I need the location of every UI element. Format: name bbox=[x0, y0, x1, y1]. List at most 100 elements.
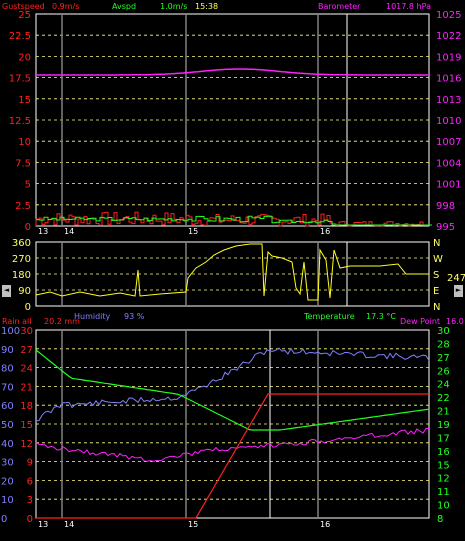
rain-left-tick: 6 bbox=[27, 476, 33, 487]
wind-left-tick: 15 bbox=[18, 95, 31, 106]
scroll-right-button[interactable]: ► bbox=[454, 285, 463, 297]
baro-right-tick: 1007 bbox=[436, 137, 461, 148]
temperature-right-tick: 30 bbox=[437, 326, 450, 337]
temperature-label: Temperature bbox=[304, 312, 355, 321]
wind-x-tick: 16 bbox=[320, 227, 330, 236]
temperature-right-tick: 8 bbox=[437, 514, 443, 525]
wind-left-tick: 12.5 bbox=[9, 116, 31, 127]
climate-x-tick: 16 bbox=[320, 520, 330, 529]
direction-right-tick: N bbox=[433, 302, 440, 313]
temperature-right-tick: 19 bbox=[437, 420, 450, 431]
rain-left-tick: 12 bbox=[20, 439, 33, 450]
direction-left-tick: 0 bbox=[25, 302, 31, 313]
direction-left-tick: 270 bbox=[12, 254, 31, 265]
wind-left-tick: 20 bbox=[18, 52, 31, 63]
baro-right-tick: 1025 bbox=[436, 10, 461, 21]
temperature-right-tick: 27 bbox=[437, 353, 450, 364]
direction-right-tick: S bbox=[433, 270, 439, 281]
wind-panel-frame bbox=[35, 13, 430, 227]
wind-x-tick: 13 bbox=[38, 227, 48, 236]
gust-label: Gustspeed bbox=[2, 2, 45, 11]
temperature-right-tick: 28 bbox=[437, 339, 450, 350]
rain-left-tick: 9 bbox=[27, 458, 33, 469]
wind-left-tick: 22.5 bbox=[9, 31, 31, 42]
baro-right-tick: 1019 bbox=[436, 52, 461, 63]
wind-direction-line bbox=[35, 243, 429, 301]
wind-left-tick: 2.5 bbox=[15, 201, 31, 212]
wind-x-tick: 15 bbox=[188, 227, 198, 236]
weather-chart-canvas: 2522.52017.51512.5107.552.50102510221019… bbox=[1, 10, 461, 529]
humidity-left-tick: 70 bbox=[1, 382, 14, 393]
weather-display-window: 25 22.5 20 17.5 15 12.5 10 7.5 5 2.5 0 1025 1022 1019… bbox=[0, 0, 465, 541]
dewpoint-label: Dew Point bbox=[400, 317, 441, 326]
barometer-line bbox=[36, 68, 429, 76]
rain-accumulation-line bbox=[36, 393, 429, 519]
temperature-right-tick: 10 bbox=[437, 501, 450, 512]
temperature-right-tick: 26 bbox=[437, 366, 450, 377]
climate-panel-frame bbox=[35, 329, 430, 519]
humidity-left-tick: 30 bbox=[1, 458, 14, 469]
baro-right-tick: 995 bbox=[436, 222, 455, 233]
humidity-left-tick: 50 bbox=[1, 420, 14, 431]
direction-current-value: 247 bbox=[447, 273, 465, 284]
temperature-right-tick: 24 bbox=[437, 380, 450, 391]
direction-right-tick: W bbox=[433, 254, 443, 265]
temperature-right-tick: 11 bbox=[437, 487, 450, 498]
rain-left-tick: 18 bbox=[20, 401, 33, 412]
baro-label: Barometer bbox=[318, 2, 361, 11]
rain-left-tick: 0 bbox=[27, 514, 33, 525]
humidity-left-tick: 10 bbox=[1, 495, 14, 506]
wind-left-tick: 0 bbox=[25, 222, 31, 233]
rain-left-tick: 24 bbox=[20, 364, 33, 375]
humidity-left-tick: 0 bbox=[1, 514, 7, 525]
humidity-left-tick: 40 bbox=[1, 439, 14, 450]
baro-value: 1017.8 hPa bbox=[386, 2, 431, 11]
temperature-right-tick: 12 bbox=[437, 474, 450, 485]
dewpoint-line bbox=[35, 427, 430, 462]
temperature-value: 17.3 °C bbox=[366, 312, 396, 321]
rain-left-tick: 27 bbox=[20, 345, 33, 356]
rain-left-tick: 21 bbox=[20, 382, 33, 393]
baro-right-tick: 1013 bbox=[436, 95, 461, 106]
wind-left-tick: 17.5 bbox=[9, 74, 31, 85]
temperature-right-tick: 16 bbox=[437, 447, 450, 458]
rain-left-tick: 3 bbox=[27, 495, 33, 506]
direction-left-tick: 180 bbox=[12, 270, 31, 281]
current-time: 15:38 bbox=[195, 2, 219, 11]
direction-right-tick: N bbox=[433, 238, 440, 249]
temperature-right-tick: 15 bbox=[437, 460, 450, 471]
humidity-left-tick: 60 bbox=[1, 401, 14, 412]
direction-left-tick: 360 bbox=[12, 238, 31, 249]
direction-left-tick: 90 bbox=[18, 286, 31, 297]
rain-left-tick: 15 bbox=[20, 420, 33, 431]
temperature-right-tick: 17 bbox=[437, 433, 450, 444]
gust-value: 0.9m/s bbox=[52, 2, 80, 11]
rain-label: Rain all bbox=[2, 317, 32, 326]
humidity-label: Humidity bbox=[74, 312, 111, 321]
baro-right-tick: 998 bbox=[436, 201, 455, 212]
humidity-left-tick: 20 bbox=[1, 476, 14, 487]
climate-x-tick: 13 bbox=[38, 520, 48, 529]
direction-panel-frame bbox=[35, 241, 430, 307]
temperature-line bbox=[35, 349, 430, 431]
climate-x-tick: 15 bbox=[188, 520, 198, 529]
humidity-value: 93 % bbox=[124, 312, 145, 321]
humidity-left-tick: 80 bbox=[1, 364, 14, 375]
wind-left-tick: 7.5 bbox=[15, 158, 31, 169]
baro-right-tick: 1004 bbox=[436, 158, 461, 169]
baro-right-tick: 1001 bbox=[436, 180, 461, 191]
climate-x-tick: 14 bbox=[64, 520, 74, 529]
baro-right-tick: 1016 bbox=[436, 74, 461, 85]
avg-label: Avspd bbox=[112, 2, 137, 11]
humidity-left-tick: 90 bbox=[1, 345, 14, 356]
humidity-left-tick: 100 bbox=[1, 326, 20, 337]
scroll-left-button[interactable]: ◄ bbox=[2, 285, 11, 297]
baro-right-tick: 1022 bbox=[436, 31, 461, 42]
temperature-right-tick: 21 bbox=[437, 407, 450, 418]
avg-value: 1.0m/s bbox=[160, 2, 188, 11]
temperature-right-tick: 22 bbox=[437, 393, 450, 404]
direction-right-tick: E bbox=[433, 286, 439, 297]
humidity-line bbox=[35, 347, 430, 422]
dewpoint-value: 16.0 bbox=[446, 317, 464, 326]
rain-left-tick: 30 bbox=[20, 326, 33, 337]
